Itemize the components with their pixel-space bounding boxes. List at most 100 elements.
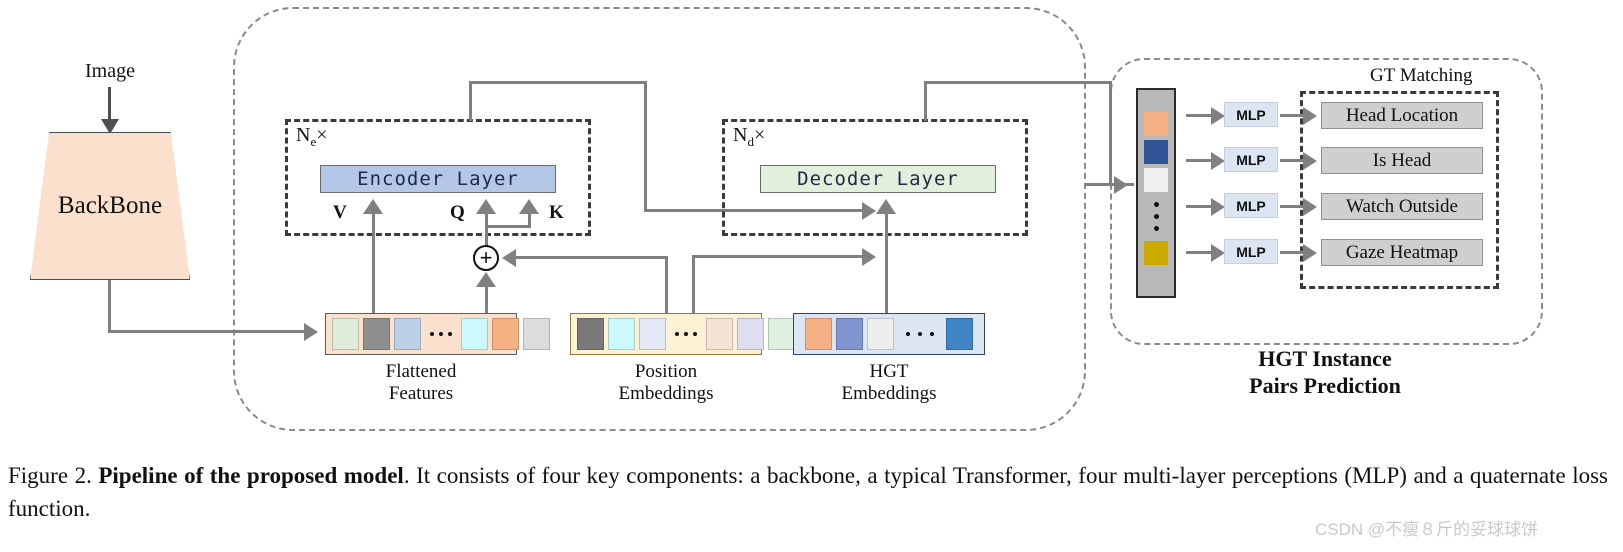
backbone-out-arrowhead bbox=[304, 323, 318, 341]
prediction-title-line-2: Pairs Prediction bbox=[1249, 372, 1401, 398]
encoder-v-arrowhead bbox=[363, 199, 383, 214]
add-operator-node: + bbox=[473, 245, 499, 271]
strip-cell bbox=[805, 318, 832, 350]
strip-cell bbox=[836, 318, 863, 350]
output-box-is-head: Is Head bbox=[1321, 147, 1483, 174]
posemb-to-add-arrowhead bbox=[502, 249, 516, 267]
caption-line-1: Position bbox=[634, 361, 698, 382]
dot bbox=[430, 332, 434, 336]
tokenbar-to-mlp-arrowhead bbox=[1211, 198, 1225, 216]
caption-line-2: Embeddings bbox=[618, 382, 714, 404]
strip-cell bbox=[577, 318, 604, 350]
caption-line-1: HGT bbox=[869, 361, 909, 382]
position-embeddings-strip bbox=[570, 313, 795, 355]
strip-cell bbox=[737, 318, 764, 350]
token-cell bbox=[1144, 168, 1168, 192]
figure-page: Image BackBone Ne× Encoder Layer V Q K + bbox=[0, 0, 1623, 552]
strip-cell bbox=[639, 318, 666, 350]
posemb-to-decoder-arrowhead bbox=[862, 248, 876, 266]
mlp-to-output-arrowhead bbox=[1303, 107, 1317, 125]
encoder-q-line bbox=[485, 212, 488, 248]
hgt-embeddings-group: HGT Embeddings bbox=[793, 313, 985, 405]
strip-cell bbox=[523, 318, 550, 350]
posemb-to-decoder-hline bbox=[692, 255, 866, 258]
output-box-head-location: Head Location bbox=[1321, 102, 1483, 129]
posemb-to-add-hline bbox=[513, 256, 668, 259]
csdn-watermark: CSDN @不瘦８斤的妥球球饼 bbox=[1315, 520, 1539, 539]
token-cell bbox=[1144, 112, 1168, 136]
dot bbox=[693, 332, 697, 336]
mlp-to-output-arrowhead bbox=[1303, 198, 1317, 216]
mlp-box-gaze-heatmap: MLP bbox=[1224, 239, 1278, 264]
strip-cell bbox=[608, 318, 635, 350]
posemb-to-decoder-vline bbox=[692, 255, 695, 318]
strip-ellipsis bbox=[670, 332, 702, 336]
mlp-to-output-arrowhead bbox=[1303, 244, 1317, 262]
posemb-to-add-vline bbox=[665, 256, 668, 318]
decoder-residual-top bbox=[924, 81, 1112, 84]
hgtemb-to-decoder-arrowhead bbox=[876, 199, 896, 214]
caption-line-2: Embeddings bbox=[841, 382, 937, 404]
strip-cell bbox=[332, 318, 359, 350]
flattened-features-caption: Flattened Features bbox=[325, 361, 517, 405]
tokenbar-to-mlp-arrowhead bbox=[1211, 244, 1225, 262]
image-to-backbone-line bbox=[108, 87, 111, 123]
strip-cell bbox=[461, 318, 488, 350]
decoder-residual-up bbox=[924, 81, 927, 121]
encoder-k-arrowhead bbox=[519, 199, 539, 214]
decoder-residual-down bbox=[1109, 81, 1112, 185]
token-cell bbox=[1144, 140, 1168, 164]
mlp-box-head-location: MLP bbox=[1224, 102, 1278, 127]
mlp-to-output-arrowhead bbox=[1303, 152, 1317, 170]
tokenbar-in-arrowhead bbox=[1114, 176, 1128, 194]
tokenbar-to-mlp-arrowhead bbox=[1211, 107, 1225, 125]
encoder-input-v-label: V bbox=[333, 202, 347, 223]
encoder-residual-down bbox=[644, 81, 647, 212]
dot bbox=[439, 332, 443, 336]
dot bbox=[906, 332, 910, 336]
hgt-embeddings-caption: HGT Embeddings bbox=[793, 361, 985, 405]
mlp-box-watch-outside: MLP bbox=[1224, 193, 1278, 218]
flattened-features-group: Flattened Features bbox=[325, 313, 550, 405]
decoder-layer-box: Decoder Layer bbox=[760, 165, 996, 193]
decoder-repeat-base: N bbox=[733, 124, 748, 146]
hgtemb-to-decoder-line bbox=[885, 212, 888, 325]
gt-matching-label: GT Matching bbox=[1370, 65, 1473, 86]
hgt-embeddings-strip bbox=[793, 313, 985, 355]
strip-ellipsis bbox=[898, 332, 942, 336]
backbone-out-hline bbox=[108, 330, 306, 333]
encoder-residual-up bbox=[469, 81, 472, 121]
position-embeddings-caption: Position Embeddings bbox=[570, 361, 762, 405]
encoder-input-q-label: Q bbox=[450, 202, 465, 223]
dot bbox=[1153, 214, 1159, 219]
caption-figure-number: Figure 2. bbox=[8, 463, 92, 488]
strip-cell bbox=[492, 318, 519, 350]
position-embeddings-group: Position Embeddings bbox=[570, 313, 795, 405]
token-ellipsis bbox=[1153, 202, 1159, 231]
decoder-repeat-suffix: × bbox=[753, 124, 766, 146]
prediction-title-line-1: HGT Instance bbox=[1258, 346, 1392, 371]
encoder-layer-box: Encoder Layer bbox=[320, 165, 556, 193]
dot bbox=[675, 332, 679, 336]
encoder-qk-join-line bbox=[485, 225, 531, 228]
dot bbox=[1153, 226, 1159, 231]
tokenbar-to-mlp-arrowhead bbox=[1211, 152, 1225, 170]
caption-line-2: Features bbox=[388, 382, 454, 404]
caption-bold-title: Pipeline of the proposed model bbox=[98, 463, 404, 488]
strip-cell bbox=[363, 318, 390, 350]
backbone-label: BackBone bbox=[57, 192, 163, 219]
encoder-v-line bbox=[372, 212, 375, 327]
backbone-out-vline bbox=[108, 280, 111, 332]
dot bbox=[918, 332, 922, 336]
dot bbox=[448, 332, 452, 336]
dot bbox=[930, 332, 934, 336]
decoder-repeat-label: Nd× bbox=[733, 124, 765, 150]
strip-ellipsis bbox=[425, 332, 457, 336]
strip-cell bbox=[394, 318, 421, 350]
strip-cell bbox=[946, 318, 973, 350]
token-cell bbox=[1144, 241, 1168, 265]
encoder-repeat-label: Ne× bbox=[296, 124, 328, 150]
strip-cell bbox=[706, 318, 733, 350]
caption-line-1: Flattened bbox=[385, 361, 457, 382]
strip-cell bbox=[768, 318, 795, 350]
